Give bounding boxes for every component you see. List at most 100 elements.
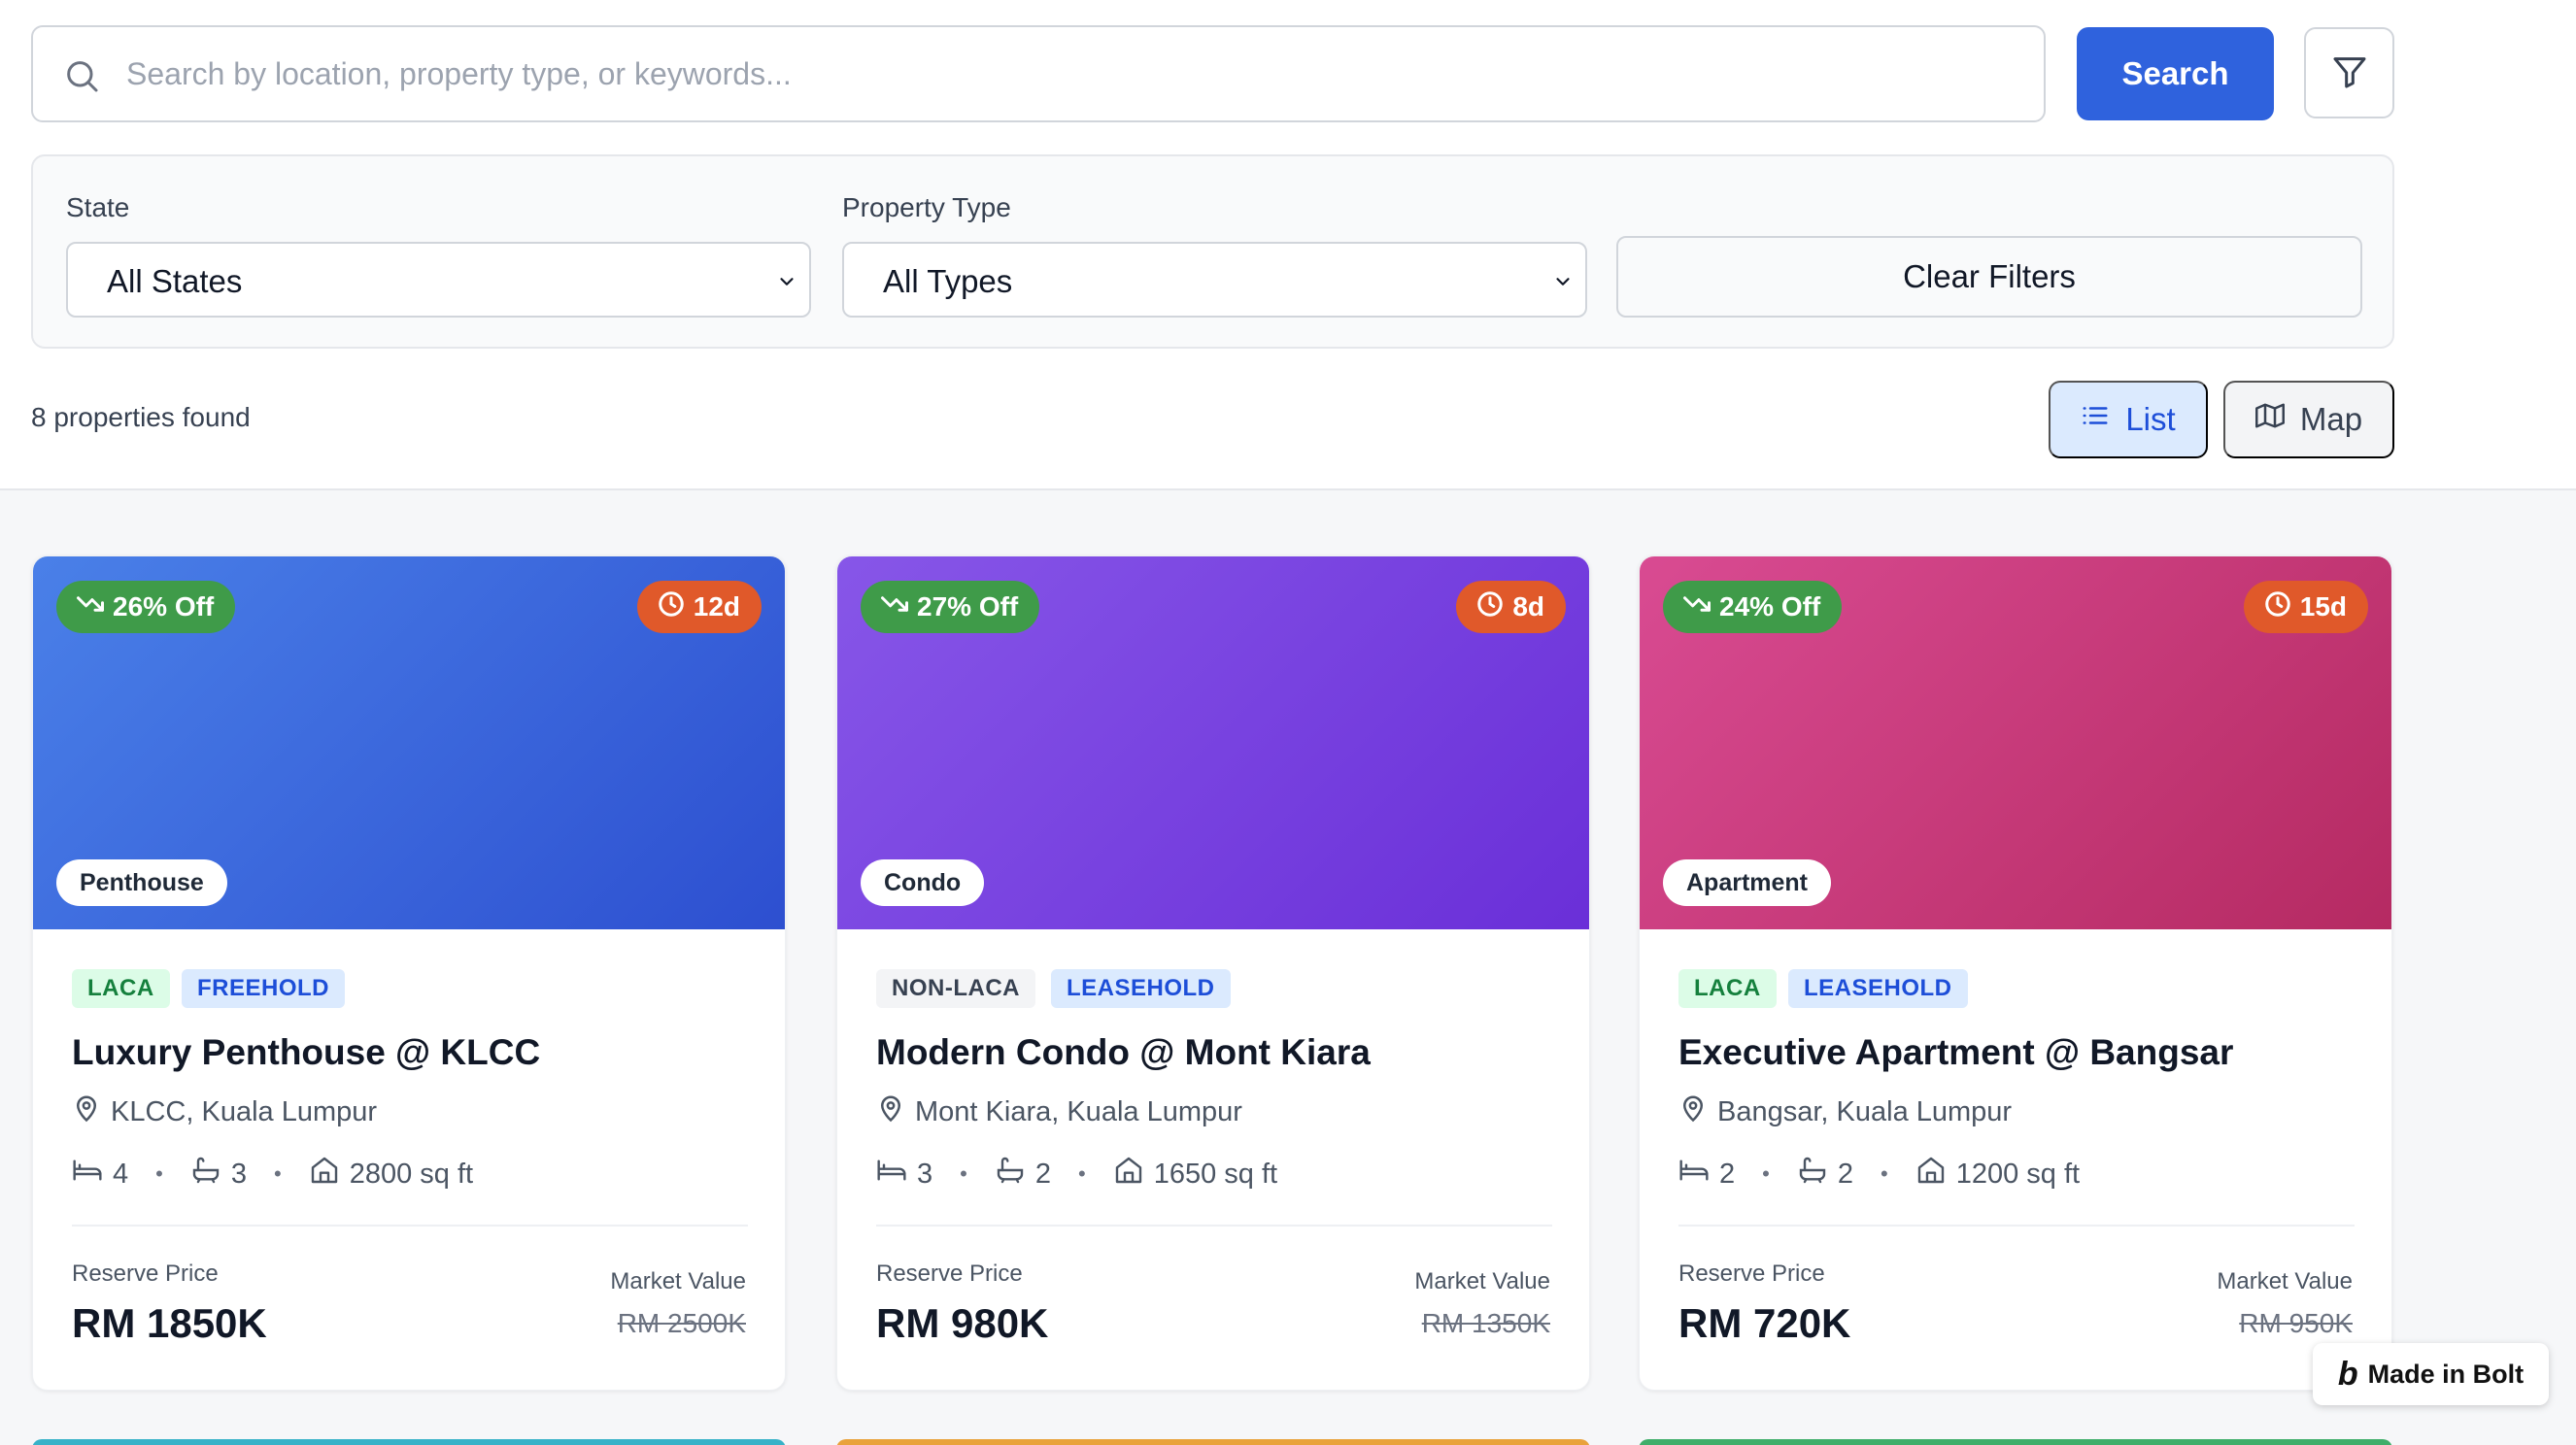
state-select[interactable]: All States — [66, 242, 811, 318]
bathrooms: 2 — [1797, 1155, 1853, 1193]
card-divider — [876, 1225, 1552, 1227]
made-in-bolt-label: Made in Bolt — [2367, 1359, 2525, 1389]
map-icon — [2254, 401, 2285, 438]
clock-icon — [657, 589, 686, 625]
countdown-badge: 12d — [636, 581, 762, 633]
reserve-price: RM 980K — [876, 1300, 1049, 1346]
floor-area: 2800 sq ft — [309, 1155, 473, 1193]
discount-text: 26% Off — [113, 591, 215, 622]
state-select-value: All States — [107, 263, 243, 299]
bathrooms-count: 3 — [230, 1158, 247, 1190]
state-label: State — [66, 192, 130, 222]
tenure-tag: LEASEHOLD — [1051, 969, 1231, 1008]
list-icon — [2081, 401, 2110, 438]
tenure-tag: LEASEHOLD — [1788, 969, 1968, 1008]
floor-area-text: 1200 sq ft — [1955, 1158, 2081, 1190]
property-title[interactable]: Luxury Penthouse @ KLCC — [72, 1032, 540, 1073]
discount-badge: 27% Off — [861, 581, 1040, 633]
discount-text: 27% Off — [917, 591, 1019, 622]
property-card-peek — [1639, 1439, 2392, 1445]
search-bar[interactable] — [31, 25, 2046, 122]
bathrooms-count: 2 — [1837, 1158, 1853, 1190]
countdown-text: 12d — [693, 591, 740, 622]
filter-toggle-button[interactable] — [2304, 27, 2394, 118]
search-input[interactable] — [126, 31, 2030, 117]
map-pin-icon — [72, 1093, 101, 1130]
tenure-tag: FREEHOLD — [182, 969, 345, 1008]
bedrooms: 3 — [876, 1155, 932, 1193]
bolt-logo-icon: b — [2337, 1355, 2358, 1393]
separator-dot: • — [1762, 1161, 1770, 1186]
bed-icon — [1678, 1155, 1710, 1193]
floor-area-text: 2800 sq ft — [349, 1158, 474, 1190]
property-card[interactable]: 24% Off 15d Apartment LACA LEASEHOLD Exe… — [1639, 555, 2392, 1391]
chevron-down-icon — [776, 271, 797, 292]
property-card[interactable]: 27% Off 8d Condo NON-LACA LEASEHOLD Mode… — [836, 555, 1590, 1391]
discount-text: 24% Off — [1719, 591, 1821, 622]
bedrooms: 4 — [72, 1155, 128, 1193]
bedrooms: 2 — [1678, 1155, 1735, 1193]
clock-icon — [1475, 589, 1505, 625]
market-value: RM 950K — [2239, 1308, 2353, 1338]
market-value-label: Market Value — [1414, 1268, 1550, 1294]
filter-icon — [2330, 52, 2369, 94]
property-type-select-value: All Types — [883, 263, 1013, 299]
discount-badge: 26% Off — [56, 581, 236, 633]
property-location-text: KLCC, Kuala Lumpur — [111, 1095, 378, 1127]
made-in-bolt-badge[interactable]: b Made in Bolt — [2313, 1343, 2549, 1405]
home-icon — [1915, 1155, 1947, 1193]
property-title[interactable]: Executive Apartment @ Bangsar — [1678, 1032, 2233, 1073]
bath-icon — [1797, 1155, 1828, 1193]
property-card-peek — [32, 1439, 786, 1445]
reserve-price-label: Reserve Price — [1678, 1260, 1825, 1287]
bathrooms: 3 — [190, 1155, 247, 1193]
bedrooms-count: 2 — [1719, 1158, 1736, 1190]
list-view-label: List — [2125, 401, 2176, 437]
property-location-text: Mont Kiara, Kuala Lumpur — [915, 1095, 1242, 1127]
countdown-text: 8d — [1512, 591, 1544, 622]
map-pin-icon — [1678, 1093, 1708, 1130]
property-card-peek — [836, 1439, 1590, 1445]
property-type-badge: Penthouse — [56, 859, 227, 906]
property-specs: 2 • 2 • 1200 sq ft — [1678, 1155, 2080, 1193]
trending-down-icon — [1682, 589, 1712, 625]
list-view-button[interactable]: List — [2049, 381, 2208, 458]
bedrooms-count: 4 — [113, 1158, 129, 1190]
reserve-price-label: Reserve Price — [876, 1260, 1023, 1287]
clear-filters-button[interactable]: Clear Filters — [1616, 236, 2362, 318]
trending-down-icon — [76, 589, 105, 625]
bed-icon — [876, 1155, 907, 1193]
market-value-label: Market Value — [2217, 1268, 2353, 1294]
reserve-price-label: Reserve Price — [72, 1260, 219, 1287]
property-type-badge: Apartment — [1663, 859, 1832, 906]
search-button[interactable]: Search — [2077, 27, 2274, 120]
property-type-select[interactable]: All Types — [842, 242, 1587, 318]
property-type-label: Property Type — [842, 192, 1011, 222]
countdown-text: 15d — [2299, 591, 2347, 622]
bath-icon — [995, 1155, 1026, 1193]
property-card[interactable]: 26% Off 12d Penthouse LACA FREEHOLD Luxu… — [32, 555, 786, 1391]
bath-icon — [190, 1155, 221, 1193]
floor-area: 1200 sq ft — [1915, 1155, 2080, 1193]
bathrooms-count: 2 — [1034, 1158, 1051, 1190]
trending-down-icon — [880, 589, 909, 625]
clock-icon — [2263, 589, 2292, 625]
countdown-badge: 15d — [2243, 581, 2368, 633]
property-location: KLCC, Kuala Lumpur — [72, 1093, 377, 1130]
bed-icon — [72, 1155, 103, 1193]
property-location: Bangsar, Kuala Lumpur — [1678, 1093, 2012, 1130]
property-specs: 4 • 3 • 2800 sq ft — [72, 1155, 473, 1193]
reserve-price: RM 1850K — [72, 1300, 267, 1346]
search-header: Search State All States Property Type Al… — [0, 0, 2576, 490]
filters-panel: State All States Property Type All Types… — [31, 154, 2394, 349]
property-type-badge: Condo — [861, 859, 985, 906]
property-specs: 3 • 2 • 1650 sq ft — [876, 1155, 1277, 1193]
search-icon — [62, 56, 101, 95]
discount-badge: 24% Off — [1663, 581, 1843, 633]
floor-area-text: 1650 sq ft — [1153, 1158, 1278, 1190]
property-title[interactable]: Modern Condo @ Mont Kiara — [876, 1032, 1371, 1073]
map-view-button[interactable]: Map — [2223, 381, 2394, 458]
chevron-down-icon — [1552, 271, 1574, 292]
property-location-text: Bangsar, Kuala Lumpur — [1717, 1095, 2013, 1127]
separator-dot: • — [1880, 1161, 1888, 1186]
